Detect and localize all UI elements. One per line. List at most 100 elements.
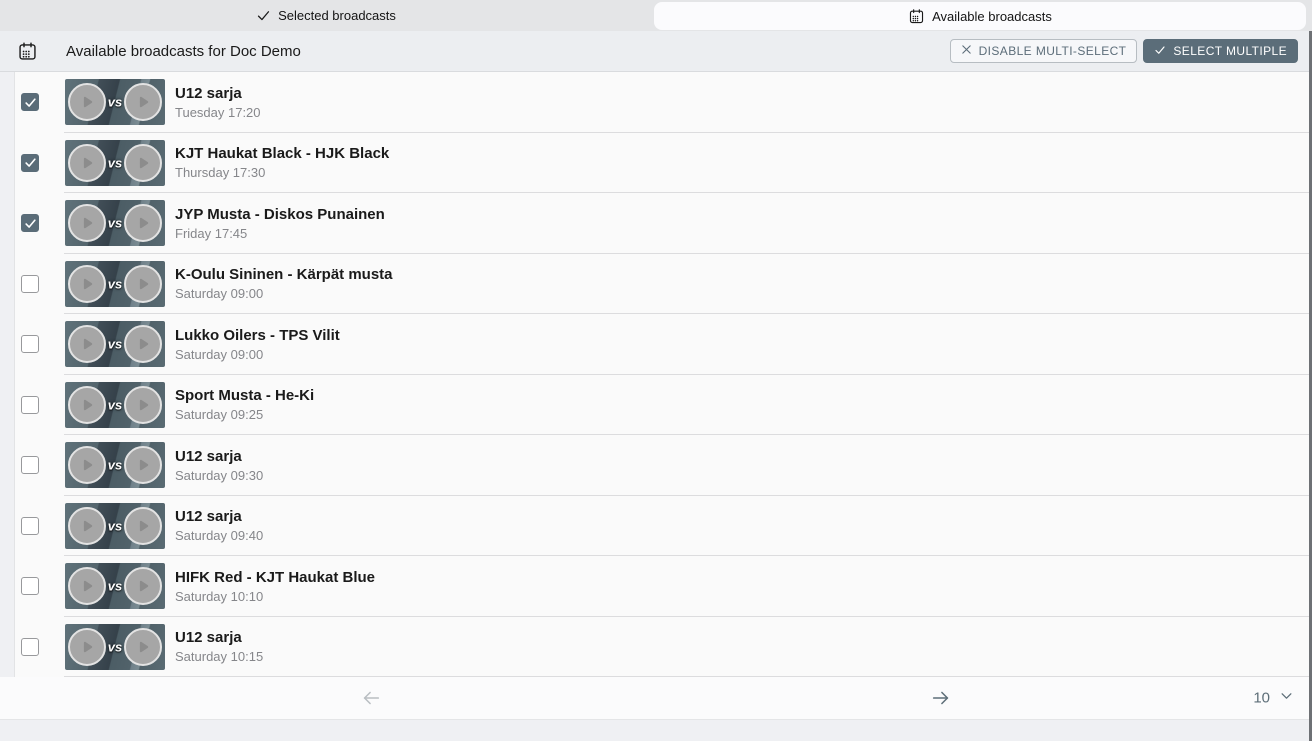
broadcast-meta: K-Oulu Sininen - Kärpät musta Saturday 0…	[175, 266, 393, 301]
broadcast-row[interactable]: vs HIFK Red - KJT Haukat Blue Saturday 1…	[15, 556, 1312, 617]
row-checkbox[interactable]	[21, 638, 39, 656]
broadcast-thumbnail: vs	[65, 382, 165, 428]
pagination-bar: 10	[0, 677, 1312, 720]
broadcast-time: Saturday 09:30	[175, 468, 263, 483]
vs-label: vs	[108, 639, 122, 654]
tab-selected-broadcasts[interactable]: Selected broadcasts	[0, 0, 652, 31]
broadcast-thumbnail: vs	[65, 200, 165, 246]
broadcast-meta: U12 sarja Saturday 10:15	[175, 629, 263, 664]
row-checkbox[interactable]	[21, 154, 39, 172]
calendar-icon	[17, 41, 38, 62]
play-icon	[124, 446, 162, 484]
vs-label: vs	[108, 337, 122, 352]
page-size-value: 10	[1253, 690, 1270, 707]
broadcast-meta: U12 sarja Saturday 09:40	[175, 508, 263, 543]
broadcast-row[interactable]: vs JYP Musta - Diskos Punainen Friday 17…	[15, 193, 1312, 254]
play-icon	[124, 325, 162, 363]
broadcast-title: K-Oulu Sininen - Kärpät musta	[175, 266, 393, 283]
row-checkbox[interactable]	[21, 517, 39, 535]
broadcast-title: Sport Musta - He-Ki	[175, 387, 314, 404]
play-icon	[124, 628, 162, 666]
broadcast-time: Tuesday 17:20	[175, 105, 261, 120]
vs-label: vs	[108, 155, 122, 170]
chevron-down-icon	[1279, 689, 1294, 708]
prev-page-button[interactable]	[360, 687, 382, 709]
broadcast-thumbnail: vs	[65, 321, 165, 367]
play-icon	[124, 567, 162, 605]
check-icon	[256, 8, 271, 23]
row-checkbox[interactable]	[21, 396, 39, 414]
play-icon	[124, 507, 162, 545]
broadcast-meta: KJT Haukat Black - HJK Black Thursday 17…	[175, 145, 389, 180]
calendar-icon	[908, 8, 925, 25]
broadcast-manager-window: Selected broadcasts Available broadcasts	[0, 0, 1312, 741]
play-icon	[68, 325, 106, 363]
button-label: SELECT MULTIPLE	[1173, 44, 1287, 58]
play-icon	[68, 265, 106, 303]
broadcast-title: U12 sarja	[175, 85, 261, 102]
vs-label: vs	[108, 216, 122, 231]
play-icon	[68, 144, 106, 182]
play-icon	[68, 83, 106, 121]
play-icon	[124, 144, 162, 182]
broadcast-title: U12 sarja	[175, 629, 263, 646]
row-checkbox[interactable]	[21, 456, 39, 474]
broadcast-title: U12 sarja	[175, 508, 263, 525]
broadcast-meta: Sport Musta - He-Ki Saturday 09:25	[175, 387, 314, 422]
page-size-selector[interactable]: 10	[1253, 689, 1294, 708]
play-icon	[124, 204, 162, 242]
vs-label: vs	[108, 397, 122, 412]
vs-label: vs	[108, 276, 122, 291]
row-checkbox[interactable]	[21, 214, 39, 232]
broadcast-meta: JYP Musta - Diskos Punainen Friday 17:45	[175, 206, 385, 241]
broadcast-title: U12 sarja	[175, 448, 263, 465]
broadcast-row[interactable]: vs U12 sarja Tuesday 17:20	[15, 72, 1312, 133]
broadcast-time: Thursday 17:30	[175, 165, 389, 180]
broadcast-meta: U12 sarja Tuesday 17:20	[175, 85, 261, 120]
vs-label: vs	[108, 518, 122, 533]
broadcast-time: Saturday 09:00	[175, 286, 393, 301]
header-actions: DISABLE MULTI-SELECT SELECT MULTIPLE	[950, 31, 1298, 71]
disable-multi-select-button[interactable]: DISABLE MULTI-SELECT	[950, 39, 1138, 63]
select-multiple-button[interactable]: SELECT MULTIPLE	[1143, 39, 1298, 63]
row-checkbox[interactable]	[21, 577, 39, 595]
check-icon	[1154, 44, 1166, 59]
play-icon	[68, 567, 106, 605]
broadcast-row[interactable]: vs K-Oulu Sininen - Kärpät musta Saturda…	[15, 254, 1312, 315]
row-checkbox[interactable]	[21, 275, 39, 293]
row-checkbox[interactable]	[21, 93, 39, 111]
vs-label: vs	[108, 579, 122, 594]
broadcast-thumbnail: vs	[65, 624, 165, 670]
tab-label: Available broadcasts	[932, 9, 1052, 24]
close-icon	[961, 44, 972, 58]
play-icon	[124, 83, 162, 121]
play-icon	[68, 386, 106, 424]
broadcast-thumbnail: vs	[65, 442, 165, 488]
broadcast-title: JYP Musta - Diskos Punainen	[175, 206, 385, 223]
broadcast-row[interactable]: vs Lukko Oilers - TPS Vilit Saturday 09:…	[15, 314, 1312, 375]
button-label: DISABLE MULTI-SELECT	[979, 44, 1127, 58]
broadcast-time: Friday 17:45	[175, 226, 385, 241]
broadcast-time: Saturday 09:00	[175, 347, 340, 362]
next-page-button[interactable]	[930, 687, 952, 709]
page-header: Available broadcasts for Doc Demo DISABL…	[0, 31, 1312, 72]
broadcast-meta: Lukko Oilers - TPS Vilit Saturday 09:00	[175, 327, 340, 362]
broadcast-thumbnail: vs	[65, 140, 165, 186]
broadcast-meta: HIFK Red - KJT Haukat Blue Saturday 10:1…	[175, 569, 375, 604]
broadcast-row[interactable]: vs U12 sarja Saturday 09:40	[15, 496, 1312, 557]
play-icon	[124, 265, 162, 303]
broadcast-meta: U12 sarja Saturday 09:30	[175, 448, 263, 483]
broadcast-row[interactable]: vs U12 sarja Saturday 09:30	[15, 435, 1312, 496]
broadcast-time: Saturday 10:15	[175, 649, 263, 664]
broadcast-row[interactable]: vs KJT Haukat Black - HJK Black Thursday…	[15, 133, 1312, 194]
row-checkbox[interactable]	[21, 335, 39, 353]
tab-bar: Selected broadcasts Available broadcasts	[0, 0, 1312, 31]
broadcast-row[interactable]: vs U12 sarja Saturday 10:15	[15, 617, 1312, 678]
broadcast-time: Saturday 09:25	[175, 407, 314, 422]
vs-label: vs	[108, 95, 122, 110]
broadcast-row[interactable]: vs Sport Musta - He-Ki Saturday 09:25	[15, 375, 1312, 436]
tab-label: Selected broadcasts	[278, 8, 396, 23]
broadcast-title: Lukko Oilers - TPS Vilit	[175, 327, 340, 344]
broadcast-time: Saturday 09:40	[175, 528, 263, 543]
tab-available-broadcasts[interactable]: Available broadcasts	[654, 2, 1306, 30]
